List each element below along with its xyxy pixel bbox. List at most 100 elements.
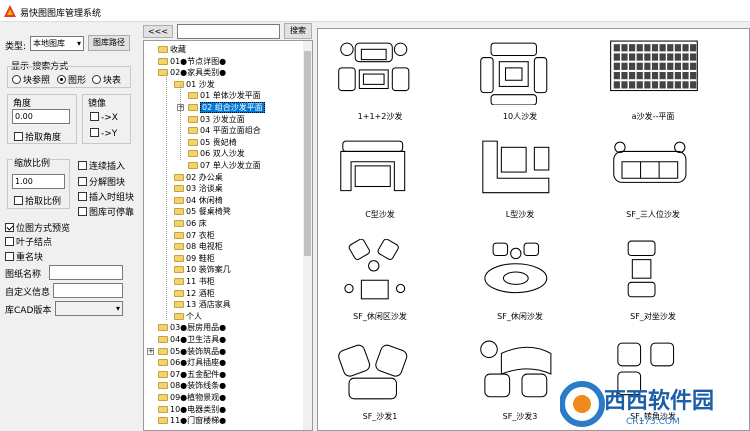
tree-item[interactable]: 03●厨房用品● xyxy=(158,322,226,333)
app-logo-icon xyxy=(4,5,16,17)
tree-item[interactable]: 05●装饰筑品● xyxy=(158,346,226,357)
preview-caption: SF_沙发1 xyxy=(362,412,398,421)
folder-icon xyxy=(158,394,168,401)
title-bar: 易快图图库管理系统 xyxy=(0,0,750,22)
pick-scale-checkbox[interactable]: 拾取比例 xyxy=(14,194,61,207)
angle-input[interactable]: 0.00 xyxy=(12,109,70,124)
tree-item[interactable]: 12 酒柜 xyxy=(174,288,215,299)
tree-item-label: 04 休闲椅 xyxy=(186,195,223,205)
folder-icon xyxy=(158,46,168,53)
folder-icon xyxy=(174,185,184,193)
tree-item[interactable]: 02 组合沙发平面 xyxy=(188,102,265,113)
drawing-name-input[interactable] xyxy=(49,265,123,280)
preview-thumbnail[interactable] xyxy=(609,137,701,203)
tree-item[interactable]: 13 酒店家具 xyxy=(174,299,231,310)
continuous-insert-checkbox[interactable]: 连续插入 xyxy=(78,159,125,172)
tree-item[interactable]: 11●门窗楼梯● xyxy=(158,415,226,426)
tree-item-label: 01 沙发 xyxy=(186,79,215,89)
tree-item[interactable]: 02 办公桌 xyxy=(174,172,223,183)
back-button[interactable]: <<< xyxy=(143,25,173,38)
tree-item[interactable]: 02●家具类别● xyxy=(158,67,226,78)
bitmap-preview-checkbox[interactable]: 位图方式预览 xyxy=(5,221,70,234)
tree-item[interactable]: 07●五金配件● xyxy=(158,369,226,380)
preview-thumbnail[interactable] xyxy=(476,137,568,203)
tree-item[interactable]: 09 鞋柜 xyxy=(174,253,215,264)
tree-item[interactable]: 01●节点详图● xyxy=(158,56,226,67)
search-button[interactable]: 搜索 xyxy=(284,23,312,39)
rename-block-checkbox[interactable]: 重名块 xyxy=(5,250,43,263)
preview-caption: SF_对坐沙发 xyxy=(630,312,676,321)
tree-item[interactable]: 06 双人沙发 xyxy=(188,148,245,159)
tree-item[interactable]: 08 电视柜 xyxy=(174,241,223,252)
folder-icon xyxy=(158,370,168,378)
tree-item[interactable]: 收藏 xyxy=(158,44,186,55)
radio-image[interactable]: 图形 xyxy=(57,73,86,86)
folder-icon xyxy=(158,57,168,65)
tree-item[interactable]: 04 平面立面组合 xyxy=(188,125,261,136)
tree-item[interactable]: 10●电器类别● xyxy=(158,404,226,415)
pick-angle-checkbox[interactable]: 拾取角度 xyxy=(14,130,61,143)
tree-item[interactable]: 11 书柜 xyxy=(174,276,215,287)
preview-thumbnail[interactable] xyxy=(336,137,428,203)
radio-table[interactable]: 块表 xyxy=(92,73,121,86)
preview-thumbnail[interactable] xyxy=(476,339,568,405)
tree-item[interactable]: 06●灯具插座● xyxy=(158,357,226,368)
tree-item[interactable]: 07 单人沙发立面 xyxy=(188,160,261,171)
preview-thumbnail[interactable] xyxy=(336,339,428,405)
mirror-x-checkbox[interactable]: ->X xyxy=(90,112,118,123)
preview-thumbnail[interactable] xyxy=(476,39,568,105)
tree-item[interactable]: 06 床 xyxy=(174,218,207,229)
folder-icon xyxy=(174,173,184,181)
preview-thumbnail[interactable] xyxy=(476,239,568,305)
tree-item-label: 03 沙发立面 xyxy=(200,114,245,124)
library-path-button[interactable]: 图库路径 xyxy=(88,35,130,51)
mirror-y-checkbox[interactable]: ->Y xyxy=(90,128,117,139)
tree-item[interactable]: 08●装饰线条● xyxy=(158,380,226,391)
insert-as-block-checkbox[interactable]: 插入时组块 xyxy=(78,190,134,203)
preview-caption: C型沙发 xyxy=(365,210,395,219)
expand-icon[interactable]: + xyxy=(147,347,154,355)
tree-item[interactable]: 04●卫生洁具● xyxy=(158,334,226,345)
preview-thumbnail[interactable] xyxy=(336,239,428,305)
tree-item-label: 01 单体沙发平面 xyxy=(200,91,261,101)
tree-item-label: 09●植物景观● xyxy=(170,393,227,402)
tree-item[interactable]: 05 贵妃椅 xyxy=(188,137,237,148)
tree-item-label: 收藏 xyxy=(170,45,186,54)
explode-block-checkbox[interactable]: 分解图块 xyxy=(78,175,125,188)
tree-item[interactable]: 个人 xyxy=(174,311,202,322)
tree-item[interactable]: 04 休闲椅 xyxy=(174,195,223,206)
scroll-thumb[interactable] xyxy=(304,51,311,256)
search-input[interactable] xyxy=(177,24,280,39)
tree-item-label: 06●灯具插座● xyxy=(170,358,227,368)
tree-item-label: 11 书柜 xyxy=(186,277,215,286)
leaf-node-checkbox[interactable]: 叶子结点 xyxy=(5,235,52,248)
folder-icon xyxy=(158,347,168,355)
folder-icon xyxy=(174,278,184,285)
tree-item[interactable]: 10 装饰案几 xyxy=(174,264,231,275)
tree-item[interactable]: 03 沙发立面 xyxy=(188,114,245,125)
preview-thumbnail[interactable] xyxy=(609,39,701,105)
tree-item-label: 02●家具类别● xyxy=(170,68,227,78)
radio-block[interactable]: 块参照 xyxy=(12,73,50,86)
tree-item[interactable]: 05 餐桌椅凳 xyxy=(174,206,231,217)
folder-icon xyxy=(188,127,198,135)
tree-item[interactable]: 03 洽谈桌 xyxy=(174,183,223,194)
tree-item[interactable]: 07 衣柜 xyxy=(174,230,215,241)
tree-item-label: 05●装饰筑品● xyxy=(170,346,227,356)
tree-item[interactable]: 09●植物景观● xyxy=(158,392,226,403)
preview-thumbnail[interactable] xyxy=(336,39,428,105)
tree-scrollbar[interactable] xyxy=(303,41,312,430)
preview-caption: SF_休闲沙发 xyxy=(497,312,543,321)
custom-info-label: 自定义信息 xyxy=(5,288,51,298)
scale-input[interactable]: 1.00 xyxy=(12,174,65,189)
category-tree[interactable]: 收藏 01●节点详图● 02●家具类别● 01 沙发 01 单体沙发平面 02 组合沙发平… xyxy=(143,40,313,431)
library-dockable-checkbox[interactable]: 图库可停靠 xyxy=(78,205,134,218)
custom-info-input[interactable] xyxy=(53,283,123,298)
tree-item-label: 13 酒店家具 xyxy=(186,300,231,310)
tree-item-label: 08 电视柜 xyxy=(186,242,223,252)
preview-thumbnail[interactable] xyxy=(609,239,701,305)
cad-version-select[interactable]: ▾ xyxy=(55,301,123,316)
folder-icon xyxy=(188,150,198,158)
type-select[interactable]: 本地图库 ▾ xyxy=(30,36,84,51)
tree-item[interactable]: 01 单体沙发平面 xyxy=(188,90,261,101)
